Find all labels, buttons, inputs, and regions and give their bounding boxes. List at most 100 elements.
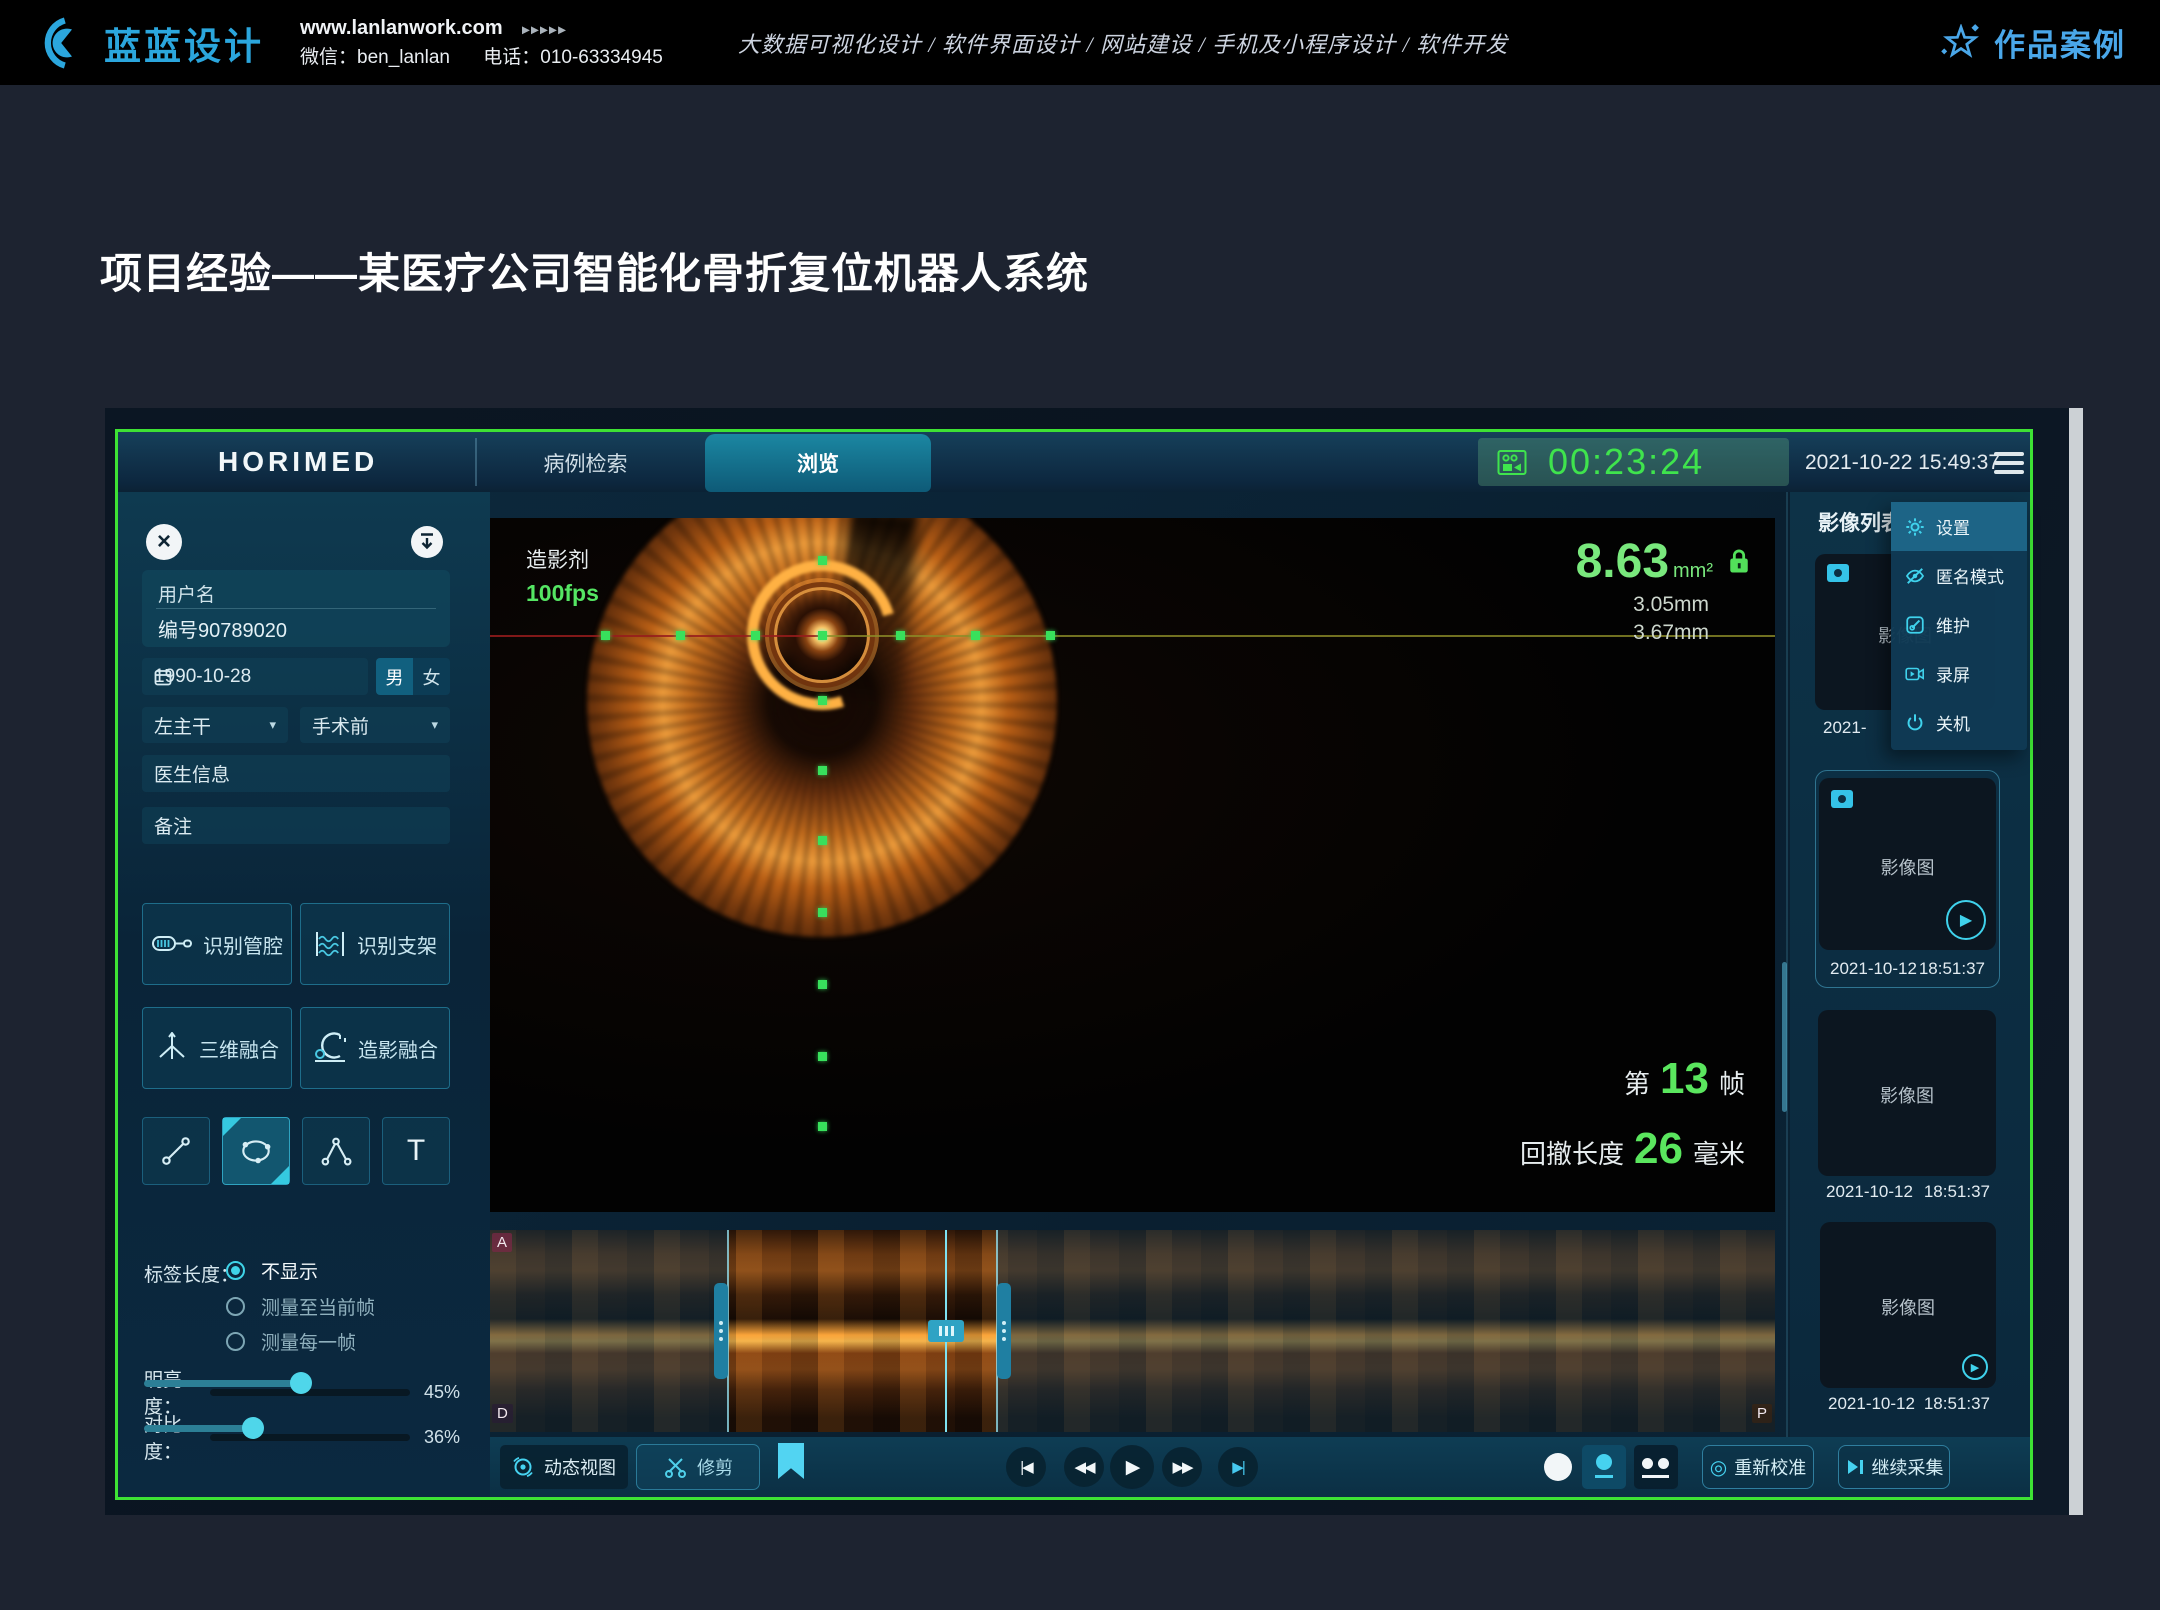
contrast-value: 36% [424, 1427, 460, 1448]
image-card[interactable]: 影像图 [1818, 1010, 1996, 1176]
trim-handle-left[interactable] [714, 1283, 728, 1379]
doctor-info-input[interactable]: 医生信息 [142, 755, 450, 792]
patient-card[interactable]: 用户名 编号90789020 [142, 570, 450, 647]
marker-point[interactable] [818, 556, 827, 565]
pullback-timeline[interactable]: A D P [490, 1230, 1775, 1432]
stage-dropdown[interactable]: 手术前 ▾ [300, 707, 450, 743]
marker-point[interactable] [818, 1122, 827, 1131]
camera-badge-icon [1831, 790, 1853, 808]
tab-case-search[interactable]: 病例检索 [518, 448, 653, 478]
marker-point[interactable] [971, 631, 980, 640]
bottom-toolbar: 动态视图 修剪 |◀ ◀◀ ▶ ▶▶ ▶| ◎ 重新校准 [490, 1437, 2030, 1497]
contact-block: www.lanlanwork.com ▸▸▸▸▸ 微信：ben_lanlan 电… [300, 15, 663, 71]
detect-stent-button[interactable]: 识别支架 [300, 903, 450, 985]
marker-point[interactable] [818, 836, 827, 845]
marker-point[interactable] [601, 631, 610, 640]
star-icon [1940, 24, 1982, 62]
frame-number: 13 [1660, 1054, 1709, 1104]
dynamic-view-button[interactable]: 动态视图 [500, 1445, 628, 1489]
gender-female[interactable]: 女 [413, 658, 450, 695]
bookmark-icon[interactable] [778, 1443, 804, 1479]
panel-scrollbar[interactable] [1782, 962, 1787, 1112]
oct-viewer[interactable]: 造影剂 100fps 8.63 mm² 3.05mm 3.67mm 第 [490, 518, 1775, 1212]
continue-acquire-button[interactable]: 继续采集 [1838, 1445, 1950, 1489]
play-icon[interactable]: ▶ [1962, 1354, 1988, 1380]
camera-timer-icon [1496, 447, 1528, 477]
menu-item-screen-record[interactable]: 录屏 [1891, 649, 2027, 698]
site-header: 蓝蓝设计 www.lanlanwork.com ▸▸▸▸▸ 微信：ben_lan… [0, 0, 2160, 85]
topbar-divider [475, 438, 477, 486]
hamburger-menu-icon[interactable] [1994, 452, 2024, 474]
menu-item-settings[interactable]: 设置 [1891, 502, 2027, 551]
radio-hide[interactable]: 不显示 [226, 1257, 318, 1284]
timeline-dim-right [997, 1230, 1775, 1432]
camera-badge-icon [1827, 564, 1849, 582]
note-input[interactable]: 备注 [142, 807, 450, 844]
marker-point[interactable] [896, 631, 905, 640]
agent-label: 造影剂 [526, 544, 599, 574]
angio-fusion-button[interactable]: 造影融合 [300, 1007, 450, 1089]
view-mode-double-button[interactable] [1634, 1445, 1678, 1489]
export-icon[interactable] [411, 526, 443, 558]
marker-point[interactable] [818, 908, 827, 917]
lanlan-logo[interactable]: 蓝蓝设计 [36, 16, 264, 70]
label-length-label: 标签长度： [144, 1260, 239, 1287]
view-mode-dot-button[interactable] [1544, 1453, 1572, 1481]
image-card[interactable]: 影像图 ▶ [1820, 1222, 1996, 1388]
app-logo: HORIMED [218, 446, 378, 478]
record-camera-icon [1905, 665, 1925, 683]
birth-date-field[interactable]: 1990-10-28 [142, 658, 368, 695]
measure-line-tool[interactable] [142, 1117, 210, 1185]
pullback-indicator: 回撤长度 26 毫米 [1520, 1124, 1745, 1174]
angle-tool-icon [319, 1134, 353, 1168]
lock-icon[interactable] [1727, 548, 1751, 576]
contrast-agent-overlay: 造影剂 100fps [526, 544, 599, 607]
brightness-knob[interactable] [290, 1372, 312, 1394]
wechat-id: 微信：ben_lanlan [300, 47, 450, 68]
screenshot-frame: HORIMED 病例检索 浏览 00:23:24 2021-10-22 15:4… [105, 408, 2083, 1515]
menu-item-anonymous-mode[interactable]: 匿名模式 [1891, 551, 2027, 600]
vessel-dropdown[interactable]: 左主干 ▾ [142, 707, 288, 743]
recalibrate-button[interactable]: ◎ 重新校准 [1702, 1445, 1814, 1489]
skip-start-button[interactable]: |◀ [1006, 1447, 1046, 1487]
trim-button[interactable]: 修剪 [636, 1444, 760, 1490]
gender-male-selected[interactable]: 男 [376, 658, 413, 695]
fast-forward-button[interactable]: ▶▶ [1162, 1447, 1202, 1487]
radio-measure-every[interactable]: 测量每一帧 [226, 1328, 356, 1355]
marker-point[interactable] [818, 631, 827, 640]
tab-browse-active[interactable]: 浏览 [705, 434, 931, 492]
image-card-selected[interactable]: 影像图 ▶ 2021-10-12 18:51:37 [1815, 770, 2000, 988]
angle-tool[interactable] [302, 1117, 370, 1185]
detect-lumen-button[interactable]: 识别管腔 [142, 903, 292, 985]
marker-point[interactable] [818, 696, 827, 705]
portfolio-link[interactable]: 作品案例 [1940, 20, 2126, 65]
contrast-track[interactable] [210, 1434, 410, 1441]
medical-app-window: HORIMED 病例检索 浏览 00:23:24 2021-10-22 15:4… [115, 429, 2033, 1500]
brightness-track[interactable] [210, 1389, 410, 1396]
marker-point[interactable] [1046, 631, 1055, 640]
brand-name: 蓝蓝设计 [104, 16, 264, 70]
marker-point[interactable] [818, 980, 827, 989]
menu-item-maintenance[interactable]: 维护 [1891, 600, 2027, 649]
close-icon[interactable]: × [146, 524, 182, 560]
marker-point[interactable] [751, 631, 760, 640]
menu-item-shutdown[interactable]: 关机 [1891, 698, 2027, 747]
text-tool[interactable]: T [382, 1117, 450, 1185]
marker-point[interactable] [818, 1052, 827, 1061]
trim-handle-right[interactable] [997, 1283, 1011, 1379]
radio-measure-to-current[interactable]: 测量至当前帧 [226, 1293, 375, 1320]
lasso-area-tool-selected[interactable] [222, 1117, 290, 1185]
play-button[interactable]: ▶ [1110, 1445, 1154, 1489]
play-icon[interactable]: ▶ [1946, 900, 1986, 940]
view-mode-single-selected[interactable] [1582, 1445, 1626, 1489]
recalibrate-icon: ◎ [1710, 1455, 1727, 1480]
marker-point[interactable] [676, 631, 685, 640]
contrast-knob[interactable] [242, 1417, 264, 1439]
marker-point[interactable] [818, 766, 827, 775]
diameter-2: 3.67mm [1576, 621, 1709, 645]
fusion-3d-button[interactable]: 三维融合 [142, 1007, 292, 1089]
skip-end-button[interactable]: ▶| [1218, 1447, 1258, 1487]
rewind-button[interactable]: ◀◀ [1064, 1447, 1104, 1487]
playhead-handle[interactable] [928, 1320, 964, 1342]
radio-icon [226, 1261, 245, 1280]
